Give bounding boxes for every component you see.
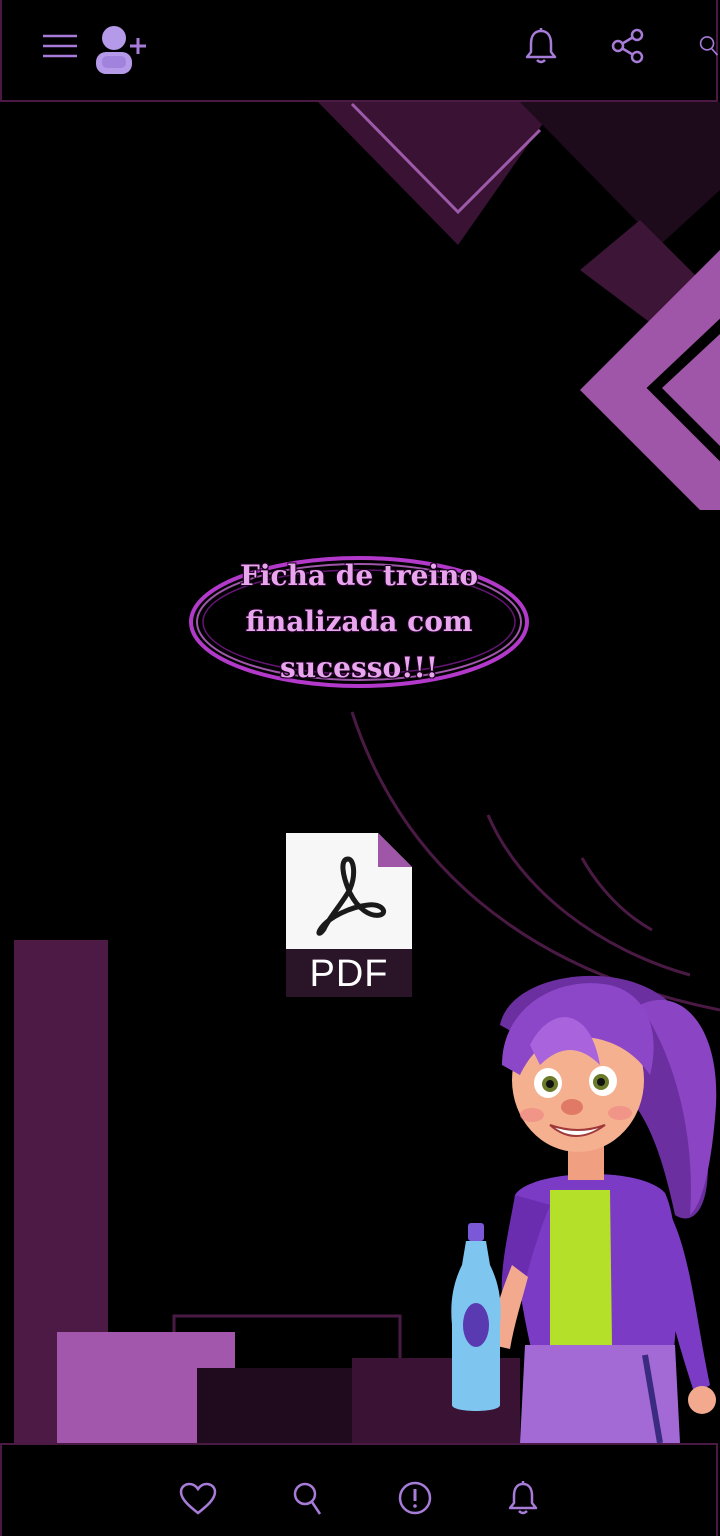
deco-arc-3	[580, 857, 653, 932]
girl-character-illustration	[451, 975, 717, 1443]
pdf-file-icon[interactable]: PDF	[284, 831, 414, 999]
search-icon[interactable]	[698, 28, 720, 64]
add-user-icon[interactable]	[94, 22, 150, 78]
nav-search-icon[interactable]	[290, 1479, 324, 1519]
hamburger-menu-icon[interactable]	[40, 30, 80, 62]
bell-icon[interactable]	[522, 26, 560, 66]
share-icon[interactable]	[610, 26, 646, 66]
heart-icon[interactable]	[178, 1481, 218, 1517]
top-app-bar	[0, 0, 720, 102]
alert-circle-icon[interactable]	[396, 1479, 434, 1517]
success-message-text: Ficha de treino finalizada com sucesso!!…	[239, 559, 479, 684]
deco-block-dark	[197, 1368, 377, 1443]
success-message-badge: Ficha de treino finalizada com sucesso!!…	[186, 552, 532, 692]
deco-triangle-top-right	[520, 102, 720, 245]
deco-triangle-top	[318, 102, 558, 245]
bottom-navigation-bar	[0, 1443, 718, 1536]
pdf-label: PDF	[309, 952, 389, 995]
nav-bell-icon[interactable]	[506, 1479, 540, 1517]
deco-arc-2	[486, 814, 691, 977]
